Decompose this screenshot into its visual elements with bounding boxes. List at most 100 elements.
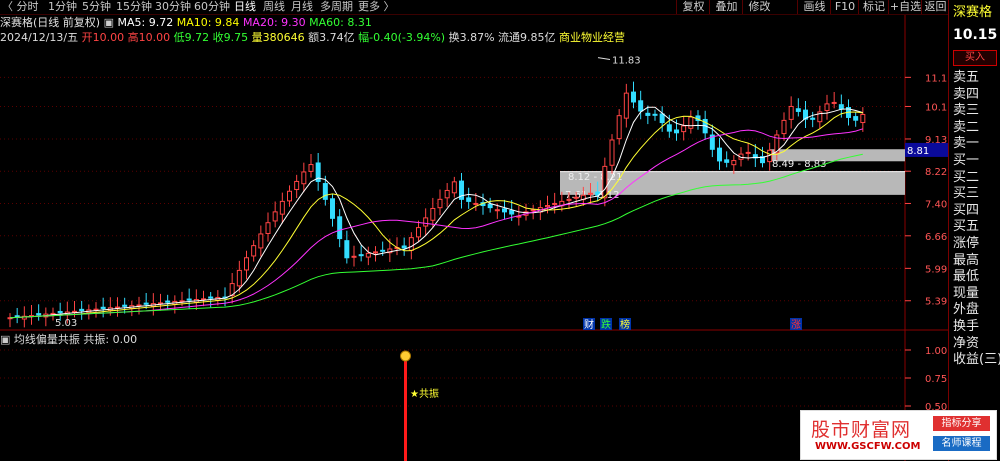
legend-box-icon: ▣: [0, 333, 11, 346]
candle-body: [724, 159, 730, 163]
draw-line-button[interactable]: 画线: [797, 0, 831, 14]
signal-bar: [404, 360, 407, 461]
quote-float-cap: 流通9.85亿: [498, 31, 556, 44]
period-tab-more[interactable]: 更多 〉: [358, 0, 395, 14]
add-watchlist-button[interactable]: +自选: [888, 0, 922, 14]
mark-button[interactable]: 标记: [858, 0, 889, 14]
y-tick-label: 5.99: [925, 264, 947, 275]
candle-body: [301, 171, 307, 185]
quote-panel-item: 净资: [953, 335, 980, 351]
candle-body: [652, 113, 658, 116]
candle-body: [552, 202, 558, 205]
candle-body: [588, 192, 593, 195]
candle-body: [487, 203, 493, 209]
period-tab-1min[interactable]: 1分钟: [48, 0, 77, 14]
money-bag-icon: [400, 350, 411, 362]
candle-body: [251, 245, 257, 257]
candle-body: [358, 254, 364, 257]
quote-panel-item: 涨停: [953, 236, 980, 251]
candle-body: [373, 251, 378, 254]
candle-body: [437, 198, 443, 209]
buy-button[interactable]: 买入: [953, 50, 997, 66]
quote-line: 2024/12/13/五 开10.00 高10.00 低9.72 收9.75 量…: [0, 30, 625, 45]
y-tick-label: 0.75: [925, 374, 947, 385]
quote-panel-item: 最高: [953, 252, 980, 268]
quote-panel-item: 买三: [953, 186, 980, 202]
candle-body: [244, 257, 249, 271]
f10-button[interactable]: F10: [830, 0, 859, 14]
candle-body: [502, 208, 507, 213]
period-tab-intraday[interactable]: 〈 分时: [2, 0, 39, 14]
candle-body: [717, 147, 722, 162]
watermark-tag-course: 名师课程: [933, 436, 990, 451]
watermark-tag-share: 指标分享: [933, 416, 990, 431]
period-tab-60min[interactable]: 60分钟: [194, 0, 230, 14]
period-tab-daily[interactable]: 日线: [234, 0, 256, 14]
candle-body: [423, 217, 429, 227]
candle-body: [688, 116, 694, 129]
candle-body: [272, 211, 278, 222]
period-tab-weekly[interactable]: 周线: [263, 0, 285, 14]
candle-body: [322, 183, 328, 200]
candle-body: [810, 117, 816, 120]
zone-label: 8.49 - 8.83: [772, 159, 827, 170]
candle-body: [466, 197, 472, 202]
quote-panel-item: 买五: [953, 219, 980, 235]
kline-chart[interactable]: 8.12 - 8.217.61 - 8.128.49 - 8.83 11.835…: [0, 0, 948, 461]
legend-box-icon: ▣: [103, 16, 114, 29]
candle-body: [265, 222, 271, 234]
candle-body: [208, 296, 214, 299]
candle-body: [623, 92, 629, 119]
candle-body: [408, 237, 414, 251]
quote-amount: 额3.74亿: [308, 31, 355, 44]
indicator-title: 均线偏量共振: [13, 333, 80, 346]
candle-body: [645, 112, 651, 116]
candle-body: [602, 165, 608, 199]
quote-panel-item: 卖四: [953, 86, 980, 102]
period-tab-5min[interactable]: 5分钟: [82, 0, 111, 14]
candle-body: [365, 252, 371, 258]
y-tick-label: 8.22: [925, 167, 947, 178]
quote-panel-item: 买二: [953, 169, 980, 185]
overlay-button[interactable]: 叠加: [709, 0, 743, 14]
candle-body: [344, 240, 350, 259]
candle-body: [380, 249, 386, 252]
candle-body: [781, 119, 787, 135]
candle-body: [853, 116, 859, 121]
y-tick-label: 7.40: [925, 199, 947, 210]
candle-body: [745, 151, 751, 154]
quote-panel-item: 换手: [953, 319, 980, 334]
candle-body: [824, 103, 830, 112]
low-price-label: 5.03: [55, 318, 77, 329]
candle-body: [681, 125, 687, 133]
modify-button[interactable]: 修改: [742, 0, 776, 14]
candle-body: [451, 181, 457, 194]
quote-turnover: 换3.87%: [448, 31, 495, 44]
candle-body: [186, 298, 192, 301]
period-tab-multi[interactable]: 多周期: [320, 0, 353, 14]
period-tab-30min[interactable]: 30分钟: [155, 0, 191, 14]
quote-open: 开10.00: [81, 31, 125, 44]
candle-body: [444, 189, 450, 199]
quote-volume: 量380646: [251, 31, 305, 44]
peak-price-label: 11.83: [612, 55, 641, 66]
period-tab-monthly[interactable]: 月线: [291, 0, 313, 14]
candle-body: [609, 139, 615, 166]
quote-panel-item: 卖三: [953, 103, 980, 119]
quote-panel-item: 买四: [953, 202, 980, 218]
adjust-button[interactable]: 复权: [676, 0, 710, 14]
period-tab-15min[interactable]: 15分钟: [116, 0, 152, 14]
ma-legend: 深赛格(日线 前复权) ▣ MA5: 9.72 MA10: 9.84 MA20:…: [0, 15, 372, 30]
y-tick-label: 5.39: [925, 297, 947, 308]
candle-body: [530, 209, 536, 212]
candle-body: [36, 313, 42, 316]
watermark-url: WWW.GSCFW.COM: [815, 441, 921, 452]
candle-body: [122, 304, 128, 307]
quote-panel-item: 卖五: [953, 70, 980, 85]
quote-high: 高10.00: [127, 31, 171, 44]
back-button[interactable]: 返回: [921, 0, 949, 14]
quote-panel-item: 收益(三): [953, 352, 1000, 368]
quote-panel-item: 现量: [953, 285, 980, 301]
ma-legend-item: MA5: 9.72: [117, 16, 177, 29]
candle-body: [79, 308, 85, 312]
